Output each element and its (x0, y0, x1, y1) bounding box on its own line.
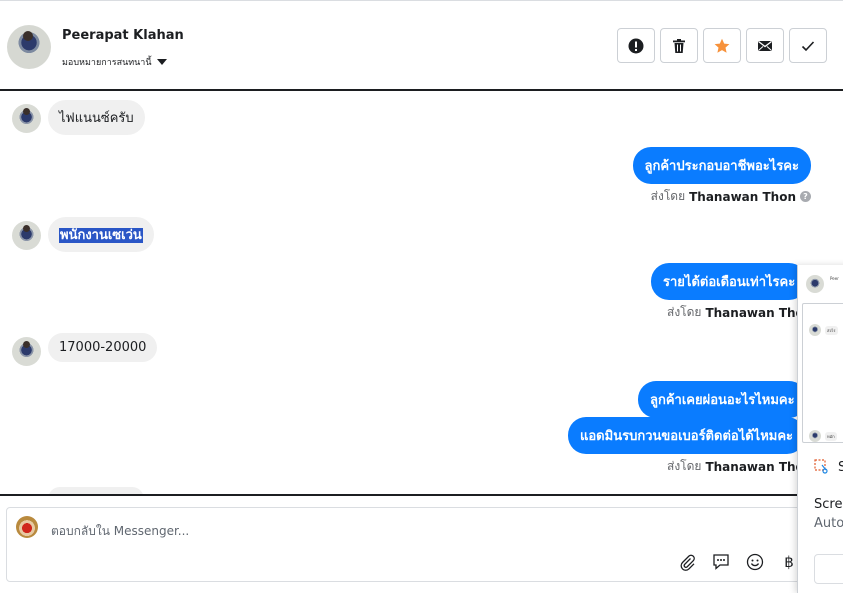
checkmark-icon (801, 40, 815, 51)
caret-down-icon (156, 59, 167, 65)
sent-by-line: ส่งโดย Thanawan Thon (667, 457, 812, 476)
sent-by-prefix: ส่งโดย (667, 459, 702, 473)
star-icon (714, 38, 730, 53)
popup-preview: ส่งไร หมัก (802, 303, 843, 443)
contact-name[interactable]: Peerapat Klahan (62, 28, 184, 43)
envelope-icon (758, 40, 772, 51)
assign-label: มอบหมายการสนทนานี้ (62, 58, 152, 68)
popup-header-text: Peer (830, 276, 839, 281)
popup-subtext: Auto (814, 516, 843, 531)
selected-text[interactable]: พนักงานเซเว่น (59, 228, 143, 243)
star-button[interactable] (703, 28, 741, 63)
saved-replies-icon[interactable] (711, 552, 731, 572)
incoming-message[interactable]: พนักงานเซเว่น (48, 217, 154, 252)
exclamation-icon (628, 38, 644, 53)
reply-input[interactable]: ตอบกลับใน Messenger... (51, 522, 189, 541)
outgoing-message[interactable]: ลูกค้าเคยผ่อนอะไรไหมคะ (638, 381, 807, 418)
snip-icon (814, 459, 830, 479)
preview-avatar (809, 430, 821, 442)
popup-action-button[interactable] (814, 554, 843, 584)
incoming-message[interactable]: 17000-20000 (48, 333, 158, 362)
sent-by-prefix: ส่งโดย (667, 305, 702, 319)
mark-done-button[interactable] (789, 28, 827, 63)
attachment-icon[interactable] (677, 552, 697, 572)
incoming-message-partial[interactable] (48, 487, 144, 494)
popup-title: S (838, 460, 843, 475)
page-avatar (16, 516, 38, 538)
report-button[interactable] (617, 28, 655, 63)
composer-divider (0, 494, 843, 496)
sender-avatar[interactable] (12, 337, 41, 366)
sender-avatar[interactable] (12, 104, 41, 133)
outgoing-message[interactable]: รายได้ต่อเดือนเท่าไรคะ (651, 263, 808, 300)
delete-button[interactable] (660, 28, 698, 63)
sender-avatar[interactable] (12, 221, 41, 250)
conversation-header: Peerapat Klahan มอบหมายการสนทนานี้ (0, 3, 843, 89)
help-icon[interactable]: ? (800, 191, 811, 202)
preview-text: ส่งไร (825, 326, 838, 335)
composer-toolbar: ฿ (677, 552, 799, 572)
preview-avatar (809, 324, 821, 336)
emoji-icon[interactable] (745, 552, 765, 572)
contact-avatar[interactable] (7, 25, 51, 69)
outgoing-message[interactable]: แอดมินรบกวนขอเบอร์ติดต่อได้ไหมคะ (568, 417, 806, 454)
sent-by-line: ส่งโดย Thanawan Thon (667, 303, 812, 322)
sent-by-name[interactable]: Thanawan Thon (689, 190, 796, 204)
sent-by-prefix: ส่งโดย (650, 189, 686, 203)
mark-unread-button[interactable] (746, 28, 784, 63)
message-thread[interactable]: ไฟแนนซ์ครับ ลูกค้าประกอบอาชีพอะไรคะ ส่งโ… (0, 91, 843, 494)
baht-payment-icon[interactable]: ฿ (779, 552, 799, 572)
trash-icon (673, 38, 685, 53)
preview-text: หมัก (825, 432, 837, 441)
popup-avatar (806, 275, 824, 293)
popup-heading: Scree (814, 497, 843, 512)
assign-conversation-dropdown[interactable]: มอบหมายการสนทนานี้ (62, 55, 167, 69)
incoming-message[interactable]: ไฟแนนซ์ครับ (48, 100, 145, 135)
screenshot-tool-popup[interactable]: Peer ส่งไร หมัก S Scree Auto (797, 265, 843, 593)
sent-by-line: ส่งโดย Thanawan Thon ? (651, 187, 811, 206)
reply-composer[interactable]: ตอบกลับใน Messenger... ฿ (6, 507, 806, 582)
outgoing-message[interactable]: ลูกค้าประกอบอาชีพอะไรคะ (632, 147, 811, 184)
